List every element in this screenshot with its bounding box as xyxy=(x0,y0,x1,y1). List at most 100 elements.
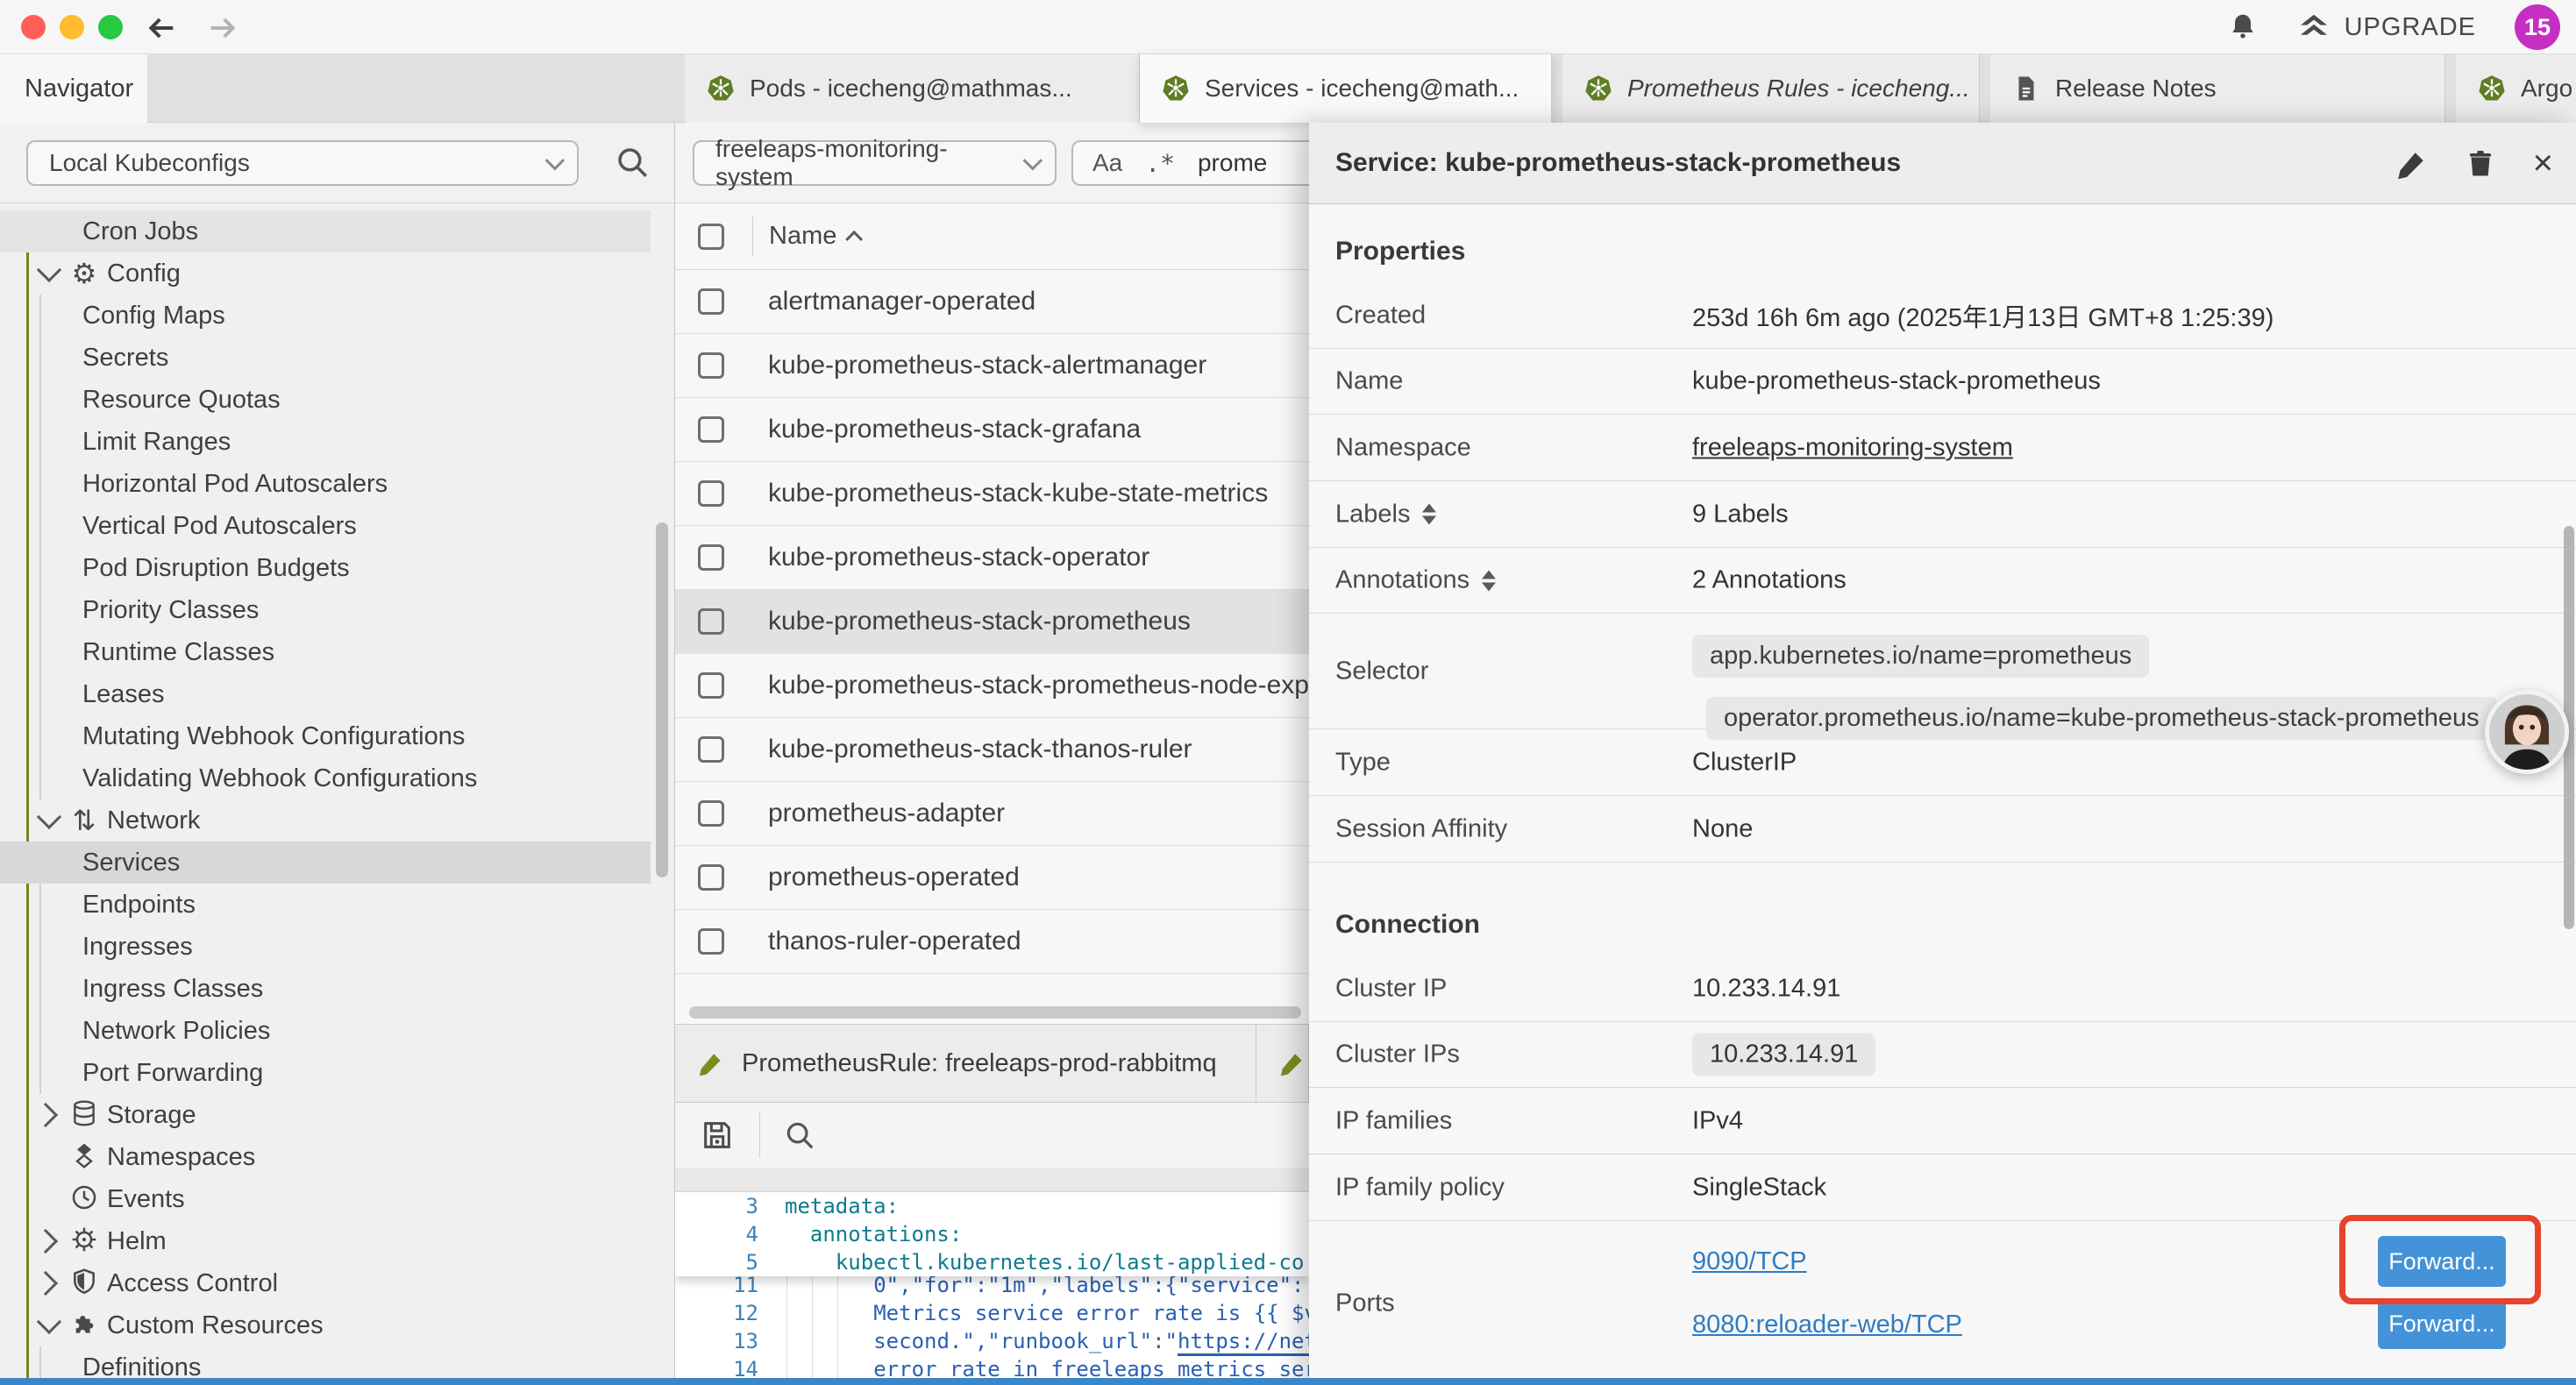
sidebar-item-horizontal-pod-autoscalers[interactable]: Horizontal Pod Autoscalers xyxy=(0,463,651,505)
table-row[interactable]: prometheus-adapter xyxy=(675,782,1309,846)
sidebar-item-priority-classes[interactable]: Priority Classes xyxy=(0,589,651,631)
sidebar-search-icon[interactable] xyxy=(614,144,651,181)
table-horizontal-scrollbar[interactable] xyxy=(689,1006,1301,1019)
table-row[interactable]: kube-prometheus-stack-operator xyxy=(675,526,1309,590)
table-row[interactable]: prometheus-operated xyxy=(675,846,1309,910)
chevron-down-icon[interactable] xyxy=(37,1310,61,1334)
regex-icon[interactable]: .* xyxy=(1145,149,1175,178)
selector-badges: app.kubernetes.io/name=prometheusoperato… xyxy=(1692,635,2497,740)
chevron-down-icon[interactable] xyxy=(37,805,61,829)
row-checkbox[interactable] xyxy=(698,672,724,699)
notifications-bell-icon[interactable] xyxy=(2227,11,2259,43)
row-checkbox[interactable] xyxy=(698,288,724,315)
port-link[interactable]: 9090/TCP xyxy=(1692,1244,1962,1279)
workspace-tab-5[interactable]: Argo Se xyxy=(2456,54,2576,123)
sidebar-item-secrets[interactable]: Secrets xyxy=(0,337,651,379)
yaml-editor[interactable]: 110","for":"1m","labels":{"service":12Me… xyxy=(675,1192,1309,1379)
editor-dock-tab-prometheusrule[interactable]: PrometheusRule: freeleaps-prod-rabbitmq xyxy=(675,1025,1256,1102)
table-row[interactable]: alertmanager-operated xyxy=(675,270,1309,334)
chevron-right-icon[interactable] xyxy=(33,1229,58,1254)
sidebar-item-network-policies[interactable]: Network Policies xyxy=(0,1010,651,1052)
sidebar-item-config[interactable]: ⚙Config xyxy=(0,252,651,295)
sidebar-item-network[interactable]: ⇅Network xyxy=(0,799,651,842)
sidebar-item-leases[interactable]: Leases xyxy=(0,673,651,715)
kubeconfig-selector[interactable]: Local Kubeconfigs xyxy=(26,140,579,186)
row-checkbox[interactable] xyxy=(698,416,724,443)
chevron-right-icon[interactable] xyxy=(33,1103,58,1127)
chevron-right-icon[interactable] xyxy=(33,1271,58,1296)
row-checkbox[interactable] xyxy=(698,864,724,891)
row-checkbox[interactable] xyxy=(698,352,724,379)
traffic-light-minimize-icon[interactable] xyxy=(60,15,84,39)
workspace-tab-2[interactable]: Services - icecheng@math...× xyxy=(1140,54,1552,123)
sidebar-item-storage[interactable]: Storage xyxy=(0,1094,651,1136)
sidebar-item-services[interactable]: Services xyxy=(0,842,651,884)
row-checkbox[interactable] xyxy=(698,480,724,507)
sidebar-item-vertical-pod-autoscalers[interactable]: Vertical Pod Autoscalers xyxy=(0,505,651,547)
close-icon[interactable]: × xyxy=(2533,144,2553,183)
upgrade-button[interactable]: UPGRADE xyxy=(2297,11,2476,44)
sidebar-item-cron-jobs[interactable]: Cron Jobs xyxy=(0,210,651,252)
traffic-light-zoom-icon[interactable] xyxy=(98,15,123,39)
services-search-input[interactable]: Aa .* prome xyxy=(1071,140,1309,186)
delete-trash-icon[interactable] xyxy=(2465,148,2496,180)
sidebar-item-limit-ranges[interactable]: Limit Ranges xyxy=(0,421,651,463)
match-case-icon[interactable]: Aa xyxy=(1092,149,1122,177)
sidebar-item-events[interactable]: Events xyxy=(0,1178,651,1220)
sidebar-item-ingresses[interactable]: Ingresses xyxy=(0,926,651,968)
row-checkbox[interactable] xyxy=(698,800,724,827)
table-row[interactable]: kube-prometheus-stack-prometheus xyxy=(675,590,1309,654)
editor-dock-tab-next[interactable] xyxy=(1256,1025,1309,1102)
sidebar-item-access-control[interactable]: Access Control xyxy=(0,1262,651,1304)
sidebar-scrollbar[interactable] xyxy=(656,522,668,877)
namespace-link[interactable]: freeleaps-monitoring-system xyxy=(1692,433,2013,462)
tab-close-icon[interactable]: × xyxy=(1548,74,1552,103)
port-link[interactable]: 8080:reloader-web/TCP xyxy=(1692,1307,1962,1342)
sidebar-item-custom-resources[interactable]: Custom Resources xyxy=(0,1304,651,1346)
sidebar-item-endpoints[interactable]: Endpoints xyxy=(0,884,651,926)
sidebar-item-resource-quotas[interactable]: Resource Quotas xyxy=(0,379,651,421)
code-line: 3metadata: xyxy=(675,1192,1309,1220)
workspace-tab-4[interactable]: Release Notes xyxy=(1990,54,2445,123)
sidebar-item-validating-webhook-configurations[interactable]: Validating Webhook Configurations xyxy=(0,757,651,799)
traffic-light-close-icon[interactable] xyxy=(21,15,46,39)
row-checkbox[interactable] xyxy=(698,544,724,571)
forward-button[interactable]: Forward... xyxy=(2378,1298,2506,1349)
sidebar-item-namespaces[interactable]: Namespaces xyxy=(0,1136,651,1178)
assistant-avatar[interactable] xyxy=(2485,690,2569,774)
notification-count-badge[interactable]: 15 xyxy=(2515,4,2560,50)
row-checkbox[interactable] xyxy=(698,928,724,955)
sidebar-item-ingress-classes[interactable]: Ingress Classes xyxy=(0,968,651,1010)
sort-updown-icon[interactable] xyxy=(1422,504,1436,525)
table-row[interactable]: kube-prometheus-stack-grafana xyxy=(675,398,1309,462)
line-text: Metrics service error rate is {{ $va xyxy=(873,1299,1309,1327)
workspace-tab-1[interactable]: Pods - icecheng@mathmas... xyxy=(685,54,1140,123)
tab-label: Argo Se xyxy=(2521,75,2576,103)
table-row[interactable]: kube-prometheus-stack-kube-state-metrics xyxy=(675,462,1309,526)
chevron-down-icon[interactable] xyxy=(37,258,61,282)
table-row[interactable]: thanos-ruler-operated xyxy=(675,910,1309,974)
namespace-selector[interactable]: freeleaps-monitoring-system xyxy=(693,140,1057,186)
sidebar-item-mutating-webhook-configurations[interactable]: Mutating Webhook Configurations xyxy=(0,715,651,757)
editor-search-icon[interactable] xyxy=(783,1119,816,1152)
sidebar-item-port-forwarding[interactable]: Port Forwarding xyxy=(0,1052,651,1094)
navigator-panel-tab[interactable]: Navigator xyxy=(0,54,147,123)
select-all-checkbox[interactable] xyxy=(698,224,724,250)
sort-updown-icon[interactable] xyxy=(1482,570,1496,591)
save-icon[interactable] xyxy=(700,1118,735,1153)
row-checkbox[interactable] xyxy=(698,608,724,635)
table-row[interactable]: kube-prometheus-stack-alertmanager xyxy=(675,334,1309,398)
table-row[interactable]: kube-prometheus-stack-prometheus-node-ex… xyxy=(675,654,1309,718)
detail-row-namespace: Namespacefreeleaps-monitoring-system xyxy=(1309,415,2576,481)
sidebar-item-runtime-classes[interactable]: Runtime Classes xyxy=(0,631,651,673)
sidebar-item-helm[interactable]: Helm xyxy=(0,1220,651,1262)
forward-button[interactable] xyxy=(203,9,242,47)
edit-pencil-icon[interactable] xyxy=(2396,148,2428,180)
sidebar-item-pod-disruption-budgets[interactable]: Pod Disruption Budgets xyxy=(0,547,651,589)
table-row[interactable]: kube-prometheus-stack-thanos-ruler xyxy=(675,718,1309,782)
name-column-header[interactable]: Name xyxy=(769,222,863,251)
workspace-tab-3[interactable]: Prometheus Rules - icecheng... xyxy=(1562,54,1980,123)
sidebar-item-config-maps[interactable]: Config Maps xyxy=(0,295,651,337)
back-button[interactable] xyxy=(142,9,181,47)
row-checkbox[interactable] xyxy=(698,736,724,763)
